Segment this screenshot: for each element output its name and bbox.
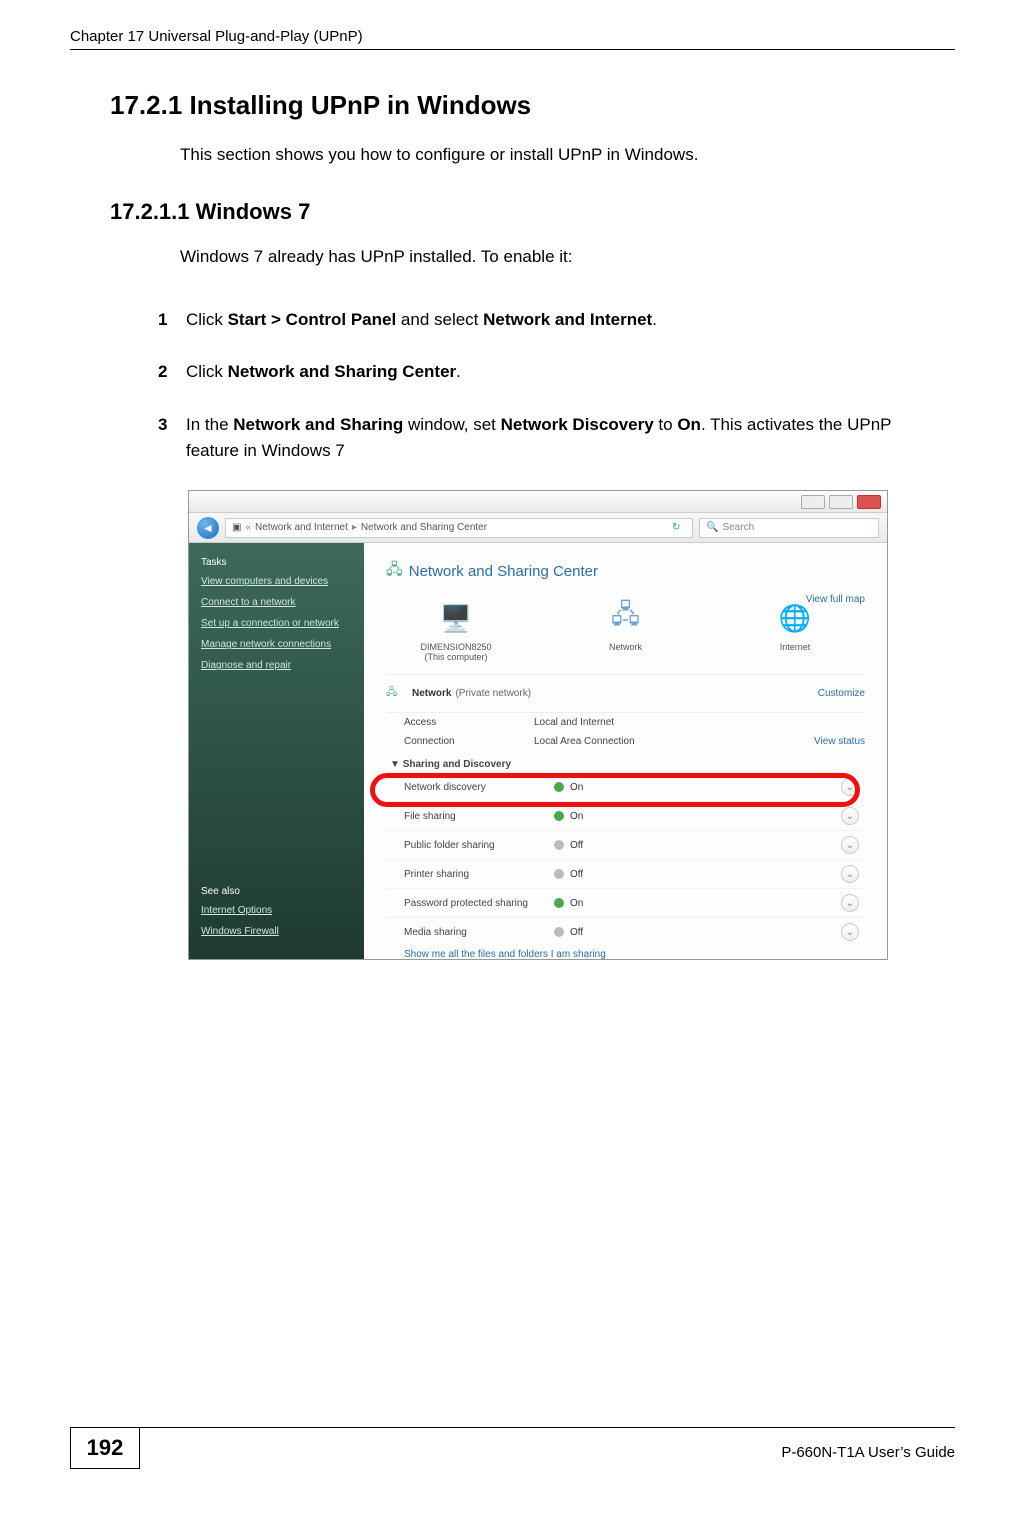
heading-17-2-1: 17.2.1 Installing UPnP in Windows [110, 90, 955, 121]
sd-media-sharing[interactable]: Media sharing Off ⌄ [386, 917, 865, 946]
step-3: 3 In the Network and Sharing window, set… [158, 412, 915, 465]
search-input[interactable]: 🔍 Search [699, 518, 879, 538]
network-icon: 🖧 [386, 559, 403, 584]
map-this-computer: 🖥️ DIMENSION8250 (This computer) [406, 598, 506, 662]
sd-public-folder[interactable]: Public folder sharing Off ⌄ [386, 830, 865, 859]
sidebar-link[interactable]: View computers and devices [201, 576, 352, 588]
view-full-map-link[interactable]: View full map [806, 594, 865, 605]
sidebar-link[interactable]: Internet Options [201, 905, 352, 917]
step-number: 3 [158, 412, 186, 465]
sidebar-link[interactable]: Diagnose and repair [201, 660, 352, 672]
step-body: In the Network and Sharing window, set N… [186, 412, 915, 465]
main-heading: 🖧 Network and Sharing Center [386, 559, 865, 584]
expand-button[interactable]: ⌄ [841, 865, 859, 883]
running-header: Chapter 17 Universal Plug-and-Play (UPnP… [70, 28, 955, 50]
view-status-link[interactable]: View status [814, 736, 865, 747]
expand-button[interactable]: ⌄ [841, 836, 859, 854]
connection-row: Connection Local Area Connection View st… [386, 732, 865, 751]
chapter-title: Chapter 17 Universal Plug-and-Play (UPnP… [70, 28, 363, 45]
window-titlebar [189, 491, 887, 513]
sd-password-protected[interactable]: Password protected sharing On ⌄ [386, 888, 865, 917]
step-number: 1 [158, 307, 186, 333]
sidebar-link[interactable]: Set up a connection or network [201, 618, 352, 630]
step-body: Click Network and Sharing Center. [186, 359, 915, 385]
sidebar-link[interactable]: Connect to a network [201, 597, 352, 609]
address-bar[interactable]: ▣ « Network and Internet ▸ Network and S… [225, 518, 693, 538]
sd-file-sharing[interactable]: File sharing On ⌄ [386, 801, 865, 830]
step-body: Click Start > Control Panel and select N… [186, 307, 915, 333]
close-button[interactable] [857, 495, 881, 509]
sidebar: Tasks View computers and devices Connect… [189, 543, 364, 959]
computer-icon: 🖥️ [434, 598, 478, 638]
heading-17-2-1-1: 17.2.1.1 Windows 7 [110, 199, 955, 225]
step-1: 1 Click Start > Control Panel and select… [158, 307, 915, 333]
status-dot-icon [554, 811, 564, 821]
network-map: View full map 🖥️ DIMENSION8250 (This com… [386, 598, 865, 675]
paragraph-intro: This section shows you how to configure … [180, 145, 955, 165]
maximize-button[interactable] [829, 495, 853, 509]
network-device-icon: 🖧 [604, 598, 648, 638]
expand-button[interactable]: ⌄ [841, 923, 859, 941]
network-summary-row: 🖧 Network (Private network) Customize [386, 675, 865, 713]
expand-button[interactable]: ⌄ [841, 894, 859, 912]
sd-printer-sharing[interactable]: Printer sharing Off ⌄ [386, 859, 865, 888]
status-dot-icon [554, 927, 564, 937]
page-number: 192 [70, 1427, 140, 1469]
customize-link[interactable]: Customize [818, 688, 865, 699]
expand-button[interactable]: ⌄ [841, 807, 859, 825]
expand-button[interactable]: ⌄ [841, 778, 859, 796]
access-row: Access Local and Internet [386, 713, 865, 732]
sharing-discovery-heading: ▼ Sharing and Discovery [386, 751, 865, 772]
minimize-button[interactable] [801, 495, 825, 509]
status-dot-icon [554, 782, 564, 792]
address-bar-row: ◄ ▣ « Network and Internet ▸ Network and… [189, 513, 887, 543]
map-internet: 🌐 Internet [745, 598, 845, 652]
search-icon: 🔍 [706, 522, 718, 533]
map-network: 🖧 Network [576, 598, 676, 652]
guide-title: P-660N-T1A User’s Guide [781, 1444, 955, 1461]
sidebar-link[interactable]: Manage network connections [201, 639, 352, 651]
status-dot-icon [554, 898, 564, 908]
control-panel-icon: ▣ [232, 522, 241, 533]
sidebar-seealso-heading: See also [201, 886, 352, 897]
status-dot-icon [554, 869, 564, 879]
footer-link[interactable]: Show me all the files and folders I am s… [386, 946, 865, 960]
main-panel: 🖧 Network and Sharing Center View full m… [364, 543, 887, 959]
screenshot-network-sharing: ◄ ▣ « Network and Internet ▸ Network and… [188, 490, 888, 960]
step-2: 2 Click Network and Sharing Center. [158, 359, 915, 385]
sidebar-link[interactable]: Windows Firewall [201, 926, 352, 938]
paragraph-win7: Windows 7 already has UPnP installed. To… [180, 247, 955, 267]
triangle-icon: ▼ [390, 759, 400, 770]
page-footer: 192 P-660N-T1A User’s Guide [70, 1427, 955, 1469]
step-number: 2 [158, 359, 186, 385]
status-dot-icon [554, 840, 564, 850]
back-button[interactable]: ◄ [197, 517, 219, 539]
sidebar-tasks-heading: Tasks [201, 557, 352, 568]
sd-network-discovery[interactable]: Network discovery On ⌄ [386, 772, 865, 801]
refresh-icon[interactable]: ↻ [672, 522, 686, 533]
network-status-icon: 🖧 [386, 685, 406, 702]
